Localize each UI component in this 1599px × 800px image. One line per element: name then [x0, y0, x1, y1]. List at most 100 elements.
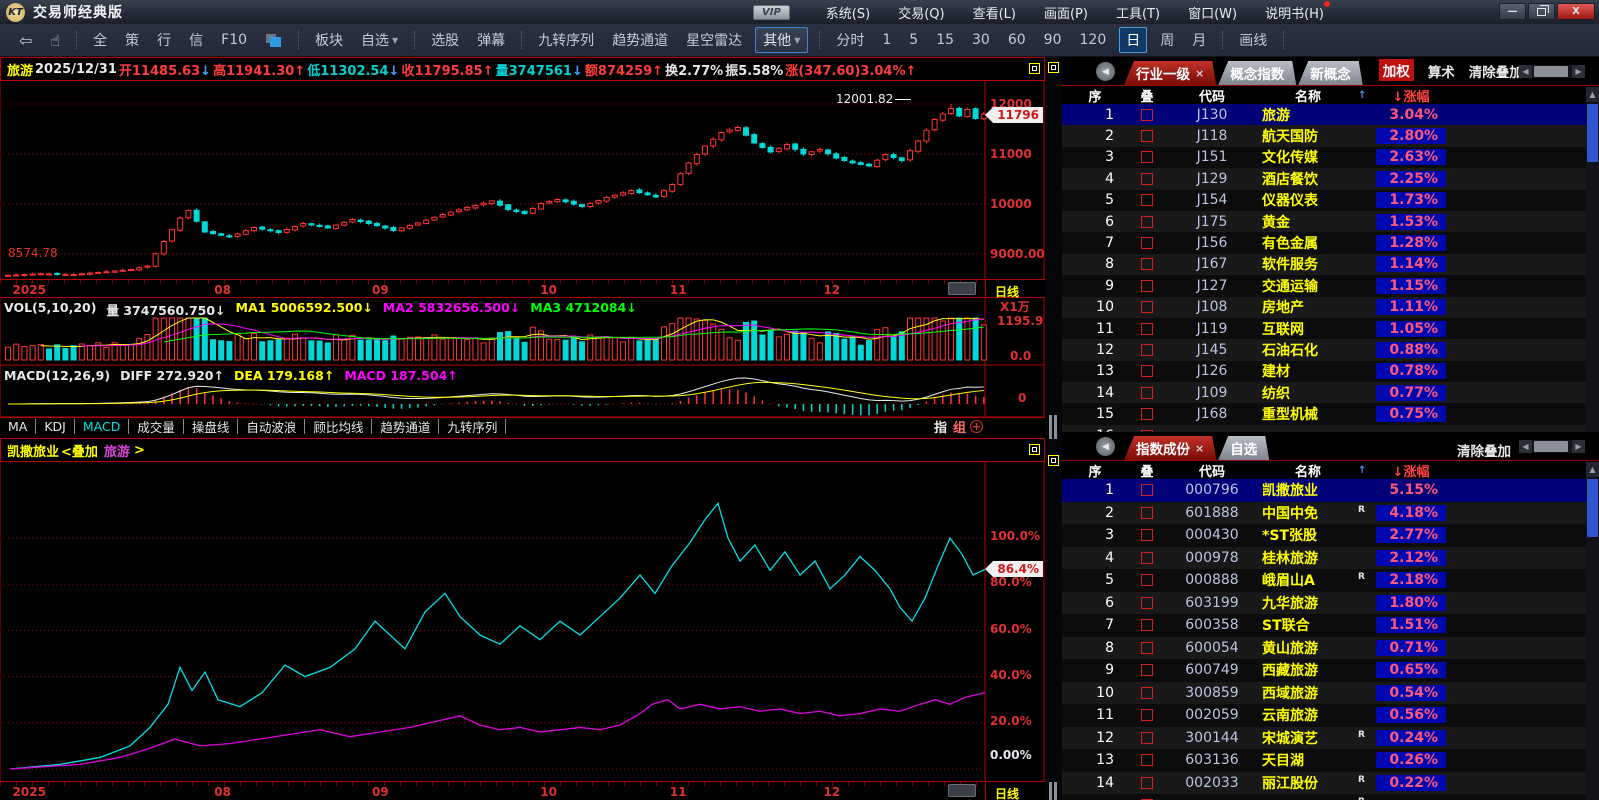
overlay-checkbox[interactable] — [1128, 323, 1166, 335]
table-row[interactable]: 11 002059 云南旅游 0.56% — [1062, 704, 1599, 727]
col-pct[interactable]: ↓涨幅 — [1376, 86, 1446, 105]
col-seq[interactable]: 序 — [1062, 461, 1128, 480]
overlay-checkbox[interactable] — [1128, 408, 1166, 420]
toolbar-策[interactable]: 策 — [116, 26, 148, 54]
overlay-checkbox[interactable] — [1128, 130, 1166, 142]
indicator-zhi-label[interactable]: 指 — [934, 417, 947, 436]
col-overlay[interactable]: 叠 — [1128, 86, 1166, 105]
overlay-checkbox[interactable] — [1128, 194, 1166, 206]
overlay-checkbox[interactable] — [1128, 216, 1166, 228]
horizontal-scrollbar[interactable]: ◀▶ — [1519, 440, 1585, 453]
toolbar-60[interactable]: 60 — [999, 28, 1035, 52]
menu-item-4[interactable]: 工具(T) — [1102, 0, 1174, 25]
toolbar-行[interactable]: 行 — [148, 26, 180, 54]
table-row[interactable]: 9 J127 交通运输 1.15% — [1062, 275, 1599, 296]
menu-item-0[interactable]: 系统(S) — [812, 0, 884, 25]
button-清除叠加[interactable]: 清除叠加 — [1469, 61, 1523, 81]
overlay-checkbox[interactable] — [1128, 619, 1166, 631]
overlay-checkbox[interactable] — [1128, 687, 1166, 699]
toolbar-F10[interactable]: F10 — [212, 28, 256, 52]
overlay-checkbox[interactable] — [1128, 280, 1166, 292]
panel-nav-back-icon[interactable]: ◀ — [1096, 437, 1115, 456]
add-indicator-icon[interactable]: + — [970, 420, 983, 433]
indicator-tab-顾比均线[interactable]: 顾比均线 — [305, 419, 372, 434]
overlay-checkbox[interactable] — [1128, 664, 1166, 676]
indicator-tab-九转序列[interactable]: 九转序列 — [439, 419, 506, 434]
button-加权[interactable]: 加权 — [1379, 59, 1414, 81]
toolbar-信[interactable]: 信 — [180, 26, 212, 54]
table-row[interactable]: 6 603199 九华旅游 1.80% — [1062, 592, 1599, 615]
col-name[interactable]: 名称 — [1258, 86, 1358, 105]
toolbar-分时[interactable]: 分时 — [827, 26, 873, 54]
overlay-checkbox[interactable] — [1128, 109, 1166, 121]
indicator-tab-成交量[interactable]: 成交量 — [129, 419, 184, 434]
table-row[interactable]: 5 J154 仪器仪表 1.73% — [1062, 190, 1599, 211]
button-算术[interactable]: 算术 — [1428, 61, 1455, 81]
maximize-icon[interactable] — [1048, 62, 1059, 73]
sort-up-icon[interactable]: ↑ — [1358, 465, 1376, 476]
indicator-tab-KDJ[interactable]: KDJ — [36, 419, 75, 434]
table-row[interactable]: 11 J119 互联网 1.05% — [1062, 318, 1599, 339]
horizontal-scrollbar[interactable]: ◀▶ — [1519, 65, 1585, 78]
vertical-scrollbar[interactable]: ▲ — [1586, 87, 1599, 432]
menu-item-3[interactable]: 画面(P) — [1030, 0, 1102, 25]
toolbar-板块[interactable]: 板块 — [306, 26, 352, 54]
tab-概念指数[interactable]: 概念指数 — [1218, 61, 1296, 85]
scroll-right-icon[interactable]: ▶ — [1572, 65, 1585, 78]
col-code[interactable]: 代码 — [1166, 461, 1258, 480]
table-row[interactable]: 3 000430 *ST张股 2.77% — [1062, 524, 1599, 547]
candlestick-chart[interactable] — [0, 81, 1045, 279]
table-row[interactable]: 4 J129 酒店餐饮 2.25% — [1062, 168, 1599, 189]
table-row[interactable]: 12 300144 宋城演艺 R 0.24% — [1062, 727, 1599, 750]
table-row[interactable]: 13 J126 建材 0.78% — [1062, 361, 1599, 382]
tab-行业一级[interactable]: 行业一级× — [1124, 61, 1216, 85]
close-icon[interactable]: × — [1195, 67, 1204, 80]
indicator-tab-MA[interactable]: MA — [0, 419, 36, 434]
tab-新概念[interactable]: 新概念 — [1298, 61, 1363, 85]
chart2-symbol[interactable]: 凯撒旅业 — [7, 441, 59, 460]
toolbar-周[interactable]: 周 — [1151, 26, 1183, 54]
overlay-checkbox[interactable] — [1128, 387, 1166, 399]
indicator-tab-趋势通道[interactable]: 趋势通道 — [372, 419, 439, 434]
toolbar-趋势通道[interactable]: 趋势通道 — [603, 26, 677, 54]
table-row[interactable]: 16 — [1062, 425, 1599, 432]
overlay-checkbox[interactable] — [1128, 777, 1166, 789]
overlay-checkbox[interactable] — [1128, 151, 1166, 163]
overlay-checkbox[interactable] — [1128, 754, 1166, 766]
table-row[interactable]: 1 J130 旅游 3.04% — [1062, 104, 1599, 125]
chart2-scrollbar-thumb[interactable] — [948, 784, 976, 797]
maximize-icon[interactable] — [1048, 455, 1059, 466]
overlay-checkbox[interactable] — [1128, 529, 1166, 541]
toolbar-星空雷达[interactable]: 星空雷达 — [677, 26, 751, 54]
chart2-overlay-symbol[interactable]: 旅游 — [104, 441, 130, 460]
layers-icon[interactable] — [266, 34, 281, 47]
table-row[interactable]: 15 J168 重型机械 0.75% — [1062, 403, 1599, 424]
overlay-checkbox[interactable] — [1128, 597, 1166, 609]
restore-button[interactable] — [1528, 3, 1555, 20]
overlay-checkbox[interactable] — [1128, 574, 1166, 586]
col-code[interactable]: 代码 — [1166, 86, 1258, 105]
overlay-checkbox[interactable] — [1128, 642, 1166, 654]
menu-item-6[interactable]: 说明书(H) — [1251, 0, 1338, 25]
table-row[interactable]: 10 300859 西域旅游 0.54% — [1062, 682, 1599, 705]
scroll-left-icon[interactable]: ◀ — [1519, 65, 1532, 78]
maximize-icon[interactable] — [1029, 63, 1040, 74]
splitter-grip[interactable] — [1049, 782, 1057, 800]
overlay-checkbox[interactable] — [1128, 301, 1166, 313]
col-overlay[interactable]: 叠 — [1128, 461, 1166, 480]
table-row[interactable]: 2 J118 航天国防 2.80% — [1062, 125, 1599, 146]
table-row[interactable]: 13 603136 天目湖 0.26% — [1062, 749, 1599, 772]
overlay-checkbox[interactable] — [1128, 365, 1166, 377]
menu-item-1[interactable]: 交易(Q) — [884, 0, 958, 25]
indicator-tab-自动波浪[interactable]: 自动波浪 — [238, 419, 305, 434]
toolbar-选股[interactable]: 选股 — [422, 26, 468, 54]
toolbar-120[interactable]: 120 — [1071, 28, 1116, 52]
toolbar-画线[interactable]: 画线 — [1230, 26, 1276, 54]
tab-指数成份[interactable]: 指数成份× — [1124, 436, 1216, 460]
table-row[interactable]: 2 601888 中国中免 R 4.18% — [1062, 502, 1599, 525]
toolbar-日[interactable]: 日 — [1119, 27, 1147, 53]
toolbar-90[interactable]: 90 — [1035, 28, 1071, 52]
table-row[interactable]: 4 000978 桂林旅游 2.12% — [1062, 547, 1599, 570]
menu-item-5[interactable]: 窗口(W) — [1174, 0, 1251, 25]
toolbar-弹幕[interactable]: 弹幕 — [468, 26, 514, 54]
